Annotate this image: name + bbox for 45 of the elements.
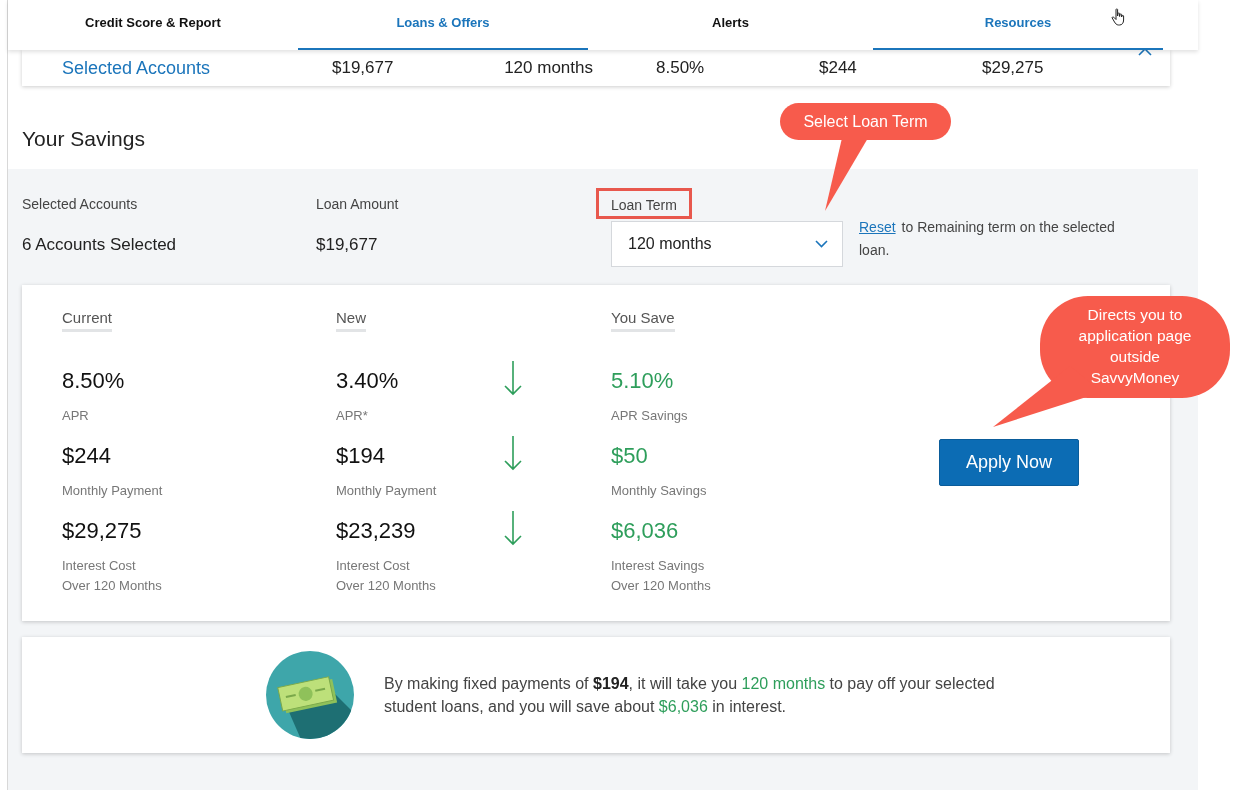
hand-cursor-icon <box>1111 8 1127 26</box>
metric-value: 5.10% <box>611 368 675 394</box>
field-value: $19,677 <box>316 235 379 255</box>
nav-tab[interactable]: Alerts <box>588 0 873 50</box>
metric-label: Monthly Savings <box>611 482 708 500</box>
summary-value: $244 <box>819 58 858 78</box>
savings-sentence: By making fixed payments of $194, it will take you 120 months to pay off your selected student loans, and you will save about $6,036 in interest. <box>384 674 996 717</box>
metric-value: $23,239 <box>336 518 417 544</box>
column-heading: Current <box>62 309 113 332</box>
metric-value: 3.40% <box>336 368 400 394</box>
column-heading: New <box>336 309 366 332</box>
metric-label: Interest Cost Over 120 Months <box>62 557 163 595</box>
metric-label: APR Savings <box>611 407 689 425</box>
metric-label: Interest Cost Over 120 Months <box>336 557 437 595</box>
metric-value: $244 <box>62 443 112 469</box>
summary-value: $29,275 <box>982 58 1045 78</box>
field-value: 6 Accounts Selected <box>22 235 178 255</box>
callout: Select Loan Term <box>780 103 951 213</box>
loan-term-dropdown[interactable]: 120 months <box>611 221 843 267</box>
metric-label: Interest Savings Over 120 Months <box>611 557 712 595</box>
metric-label: APR <box>62 407 90 425</box>
summary-value: 120 months <box>503 58 593 78</box>
summary-value: 8.50% <box>655 58 706 78</box>
column-heading: You Save <box>611 309 675 332</box>
metric-value: $50 <box>611 443 649 469</box>
field-label: Loan Term <box>596 188 692 219</box>
money-icon <box>266 651 354 739</box>
metric-value: $29,275 <box>62 518 143 544</box>
metric-value: $6,036 <box>611 518 680 544</box>
metric-value: $194 <box>336 443 386 469</box>
chevron-up-icon[interactable] <box>1138 48 1152 56</box>
metric-label: APR* <box>336 407 369 425</box>
field-label: Selected Accounts <box>22 196 139 212</box>
reset-text: Reset to Remaining term on the selected loan. <box>859 218 1116 260</box>
nav-tab[interactable]: Credit Score & Report <box>8 0 298 50</box>
chevron-down-icon <box>815 240 828 248</box>
apply-now-button[interactable]: Apply Now <box>939 438 1079 486</box>
metric-label: Monthly Payment <box>336 482 438 500</box>
summary-label[interactable]: Selected Accounts <box>22 57 332 79</box>
summary-value: $19,677 <box>332 58 395 78</box>
reset-link[interactable]: Reset <box>859 219 896 235</box>
section-title: Your Savings <box>22 127 145 151</box>
metric-label: Monthly Payment <box>62 482 164 500</box>
field-label: Loan Amount <box>316 196 400 212</box>
metric-value: 8.50% <box>62 368 126 394</box>
